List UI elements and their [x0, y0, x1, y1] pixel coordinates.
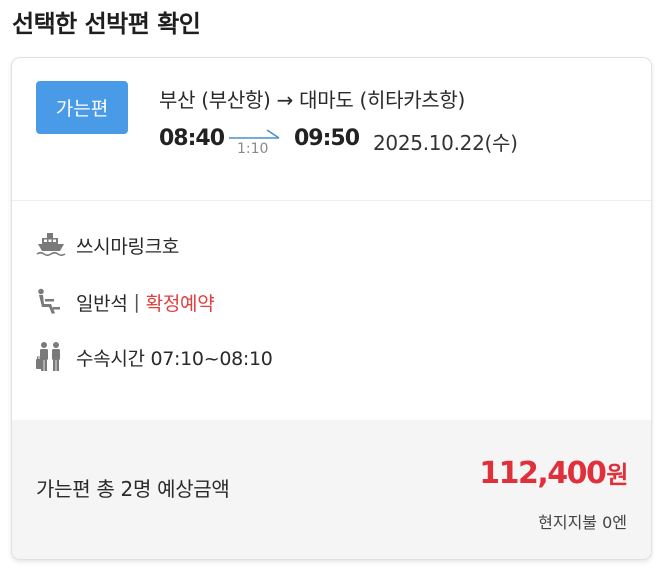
- total-amount: 112,400원: [479, 455, 628, 491]
- route-text: 부산 (부산항) → 대마도 (히타카츠항): [159, 88, 465, 112]
- ship-name: 쓰시마링크호: [76, 235, 180, 258]
- arrival-time: 09:50: [294, 126, 360, 151]
- page-title: 선택한 선박편 확인: [12, 10, 201, 38]
- currency-unit: 원: [606, 461, 628, 489]
- ship-icon: [36, 228, 76, 262]
- separator: |: [133, 291, 140, 313]
- duration-text: 1:10: [237, 141, 269, 157]
- seat-class: 일반석: [76, 292, 128, 315]
- total-label: 가는편 총 2명 예상금액: [36, 477, 230, 501]
- selected-ferry-card: 가는편 부산 (부산항) → 대마도 (히타카츠항) 08:40 1:10 09…: [11, 57, 652, 560]
- onsite-fee: 현지지불 0엔: [538, 513, 627, 532]
- seat-icon: [36, 285, 76, 319]
- departure-time: 08:40: [159, 126, 225, 151]
- price-summary: 가는편 총 2명 예상금액 112,400원 현지지불 0엔: [12, 420, 651, 559]
- seat-row: 일반석 | 확정예약: [36, 285, 215, 319]
- duration-arrow: 1:10: [229, 124, 285, 157]
- route-section: 가는편 부산 (부산항) → 대마도 (히타카츠항) 08:40 1:10 09…: [12, 58, 651, 201]
- checkin-time: 수속시간 07:10~08:10: [76, 347, 273, 370]
- direction-badge: 가는편: [36, 81, 128, 134]
- ship-name-row: 쓰시마링크호: [36, 228, 179, 262]
- checkin-row: 수속시간 07:10~08:10: [36, 340, 273, 374]
- departure-date: 2025.10.22(수): [373, 131, 518, 155]
- passenger-luggage-icon: [36, 340, 76, 374]
- total-amount-value: 112,400: [479, 456, 607, 491]
- reservation-status: 확정예약: [145, 292, 215, 315]
